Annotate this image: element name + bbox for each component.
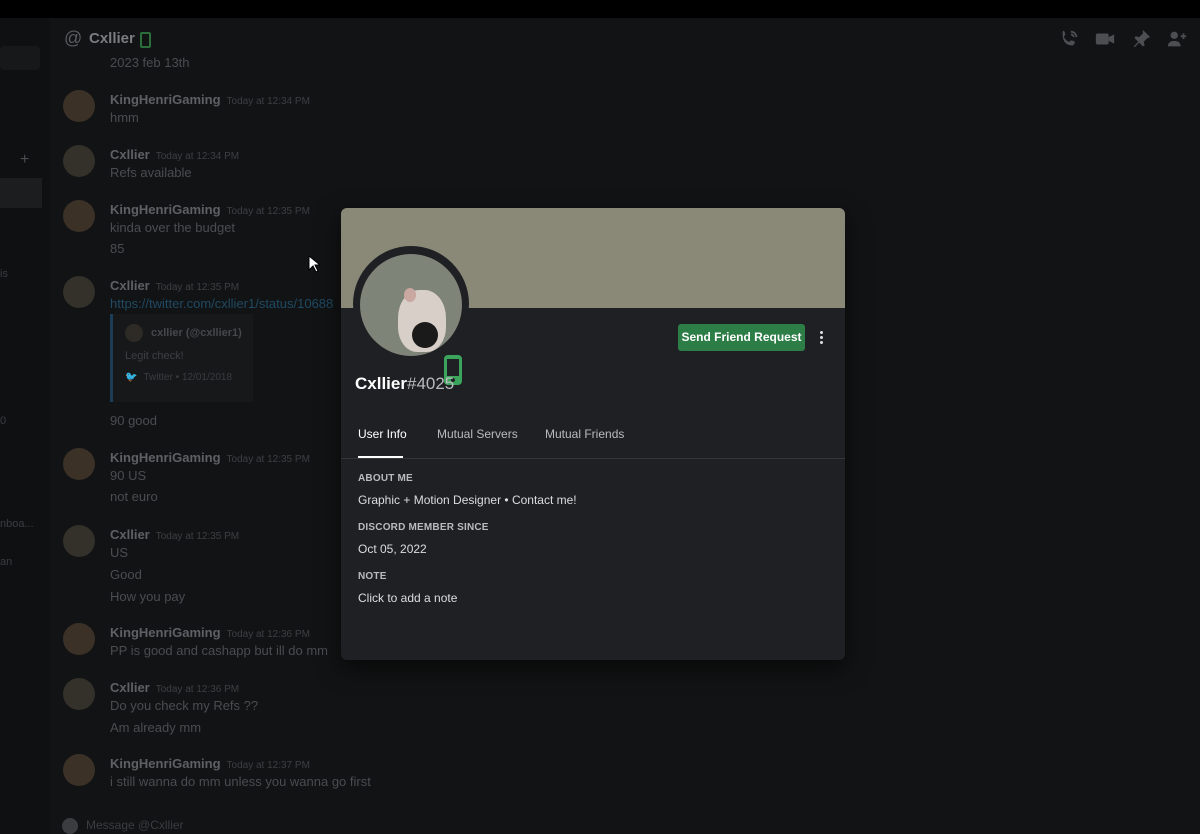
tab-mutual-servers[interactable]: Mutual Servers — [437, 427, 518, 441]
channel-name: Cxllier — [89, 30, 135, 47]
mouse-cursor-icon — [308, 255, 320, 273]
active-tab-indicator — [358, 456, 403, 458]
send-friend-request-button[interactable]: Send Friend Request — [678, 324, 805, 351]
message-text: kinda over the budget — [110, 220, 236, 235]
message-text: Refs available — [110, 165, 192, 180]
sidebar-active-dm[interactable] — [0, 178, 42, 208]
message-author[interactable]: KingHenriGaming Today at 12:34 PM — [110, 92, 310, 107]
at-icon: @ — [64, 28, 83, 48]
chat-header: @ Cxllier — [50, 18, 1200, 60]
profile-username: Cxllier#4025 — [355, 374, 455, 393]
avatar-dog-ear — [404, 288, 416, 302]
avatar[interactable] — [63, 145, 95, 177]
mobile-status-icon — [140, 32, 151, 48]
profile-tabs: User Info Mutual Servers Mutual Friends — [341, 418, 845, 459]
avatar[interactable] — [63, 448, 95, 480]
avatar[interactable] — [63, 623, 95, 655]
message-author[interactable]: KingHenriGaming Today at 12:36 PM — [110, 625, 310, 640]
embed-footer: 🐦 Twitter • 12/01/2018 — [125, 372, 233, 383]
note-input[interactable]: Click to add a note — [358, 591, 457, 605]
more-options-icon[interactable] — [817, 329, 825, 347]
pin-icon[interactable] — [1130, 28, 1152, 50]
message-text: US — [110, 545, 129, 560]
message-author[interactable]: KingHenriGaming Today at 12:35 PM — [110, 450, 310, 465]
embed-text: Legit check! — [125, 350, 184, 362]
message-text: 90 good — [110, 413, 157, 428]
embed-author[interactable]: cxllier (@cxllier1) — [151, 327, 242, 339]
avatar[interactable] — [63, 754, 95, 786]
add-attachment-icon[interactable] — [62, 818, 78, 834]
avatar[interactable] — [63, 678, 95, 710]
add-friend-icon[interactable] — [1166, 28, 1188, 50]
message-composer[interactable]: Message @Cxllier — [62, 818, 184, 834]
about-me-heading: ABOUT ME — [358, 473, 413, 484]
phone-call-icon[interactable] — [1058, 28, 1080, 50]
message-author[interactable]: Cxllier Today at 12:34 PM — [110, 147, 239, 162]
avatar-dog-snout — [412, 322, 438, 348]
sidebar-fragment: nboa... — [0, 518, 34, 530]
about-me-text: Graphic + Motion Designer • Contact me! — [358, 493, 577, 507]
profile-avatar-frame — [353, 246, 469, 392]
video-icon[interactable] — [1094, 28, 1116, 50]
sidebar-fragment: 0 — [0, 415, 7, 427]
message-text: PP is good and cashapp but ill do mm — [110, 643, 329, 658]
message-text: 85 — [110, 241, 125, 256]
message-text: Am already mm — [110, 720, 202, 735]
sidebar-fragment: an — [0, 556, 13, 568]
embed-avatar — [125, 324, 143, 342]
tab-mutual-friends[interactable]: Mutual Friends — [545, 427, 624, 441]
date-fragment: 2023 feb 13th — [110, 55, 190, 70]
message-text: hmm — [110, 110, 139, 125]
sidebar-fragment: is — [0, 268, 8, 280]
sidebar-selected-item[interactable] — [0, 46, 40, 70]
message-text: 90 US — [110, 468, 147, 483]
member-since-heading: DISCORD MEMBER SINCE — [358, 522, 489, 533]
avatar[interactable] — [63, 90, 95, 122]
message-author[interactable]: Cxllier Today at 12:36 PM — [110, 680, 239, 695]
member-since-date: Oct 05, 2022 — [358, 542, 427, 556]
profile-avatar[interactable] — [360, 254, 462, 356]
message-text: Do you check my Refs ?? — [110, 698, 259, 713]
message-link[interactable]: https://twitter.com/cxllier1/status/1068… — [110, 296, 333, 311]
header-toolbar — [1058, 28, 1188, 50]
message-author[interactable]: KingHenriGaming Today at 12:37 PM — [110, 756, 310, 771]
user-profile-modal: Send Friend Request Cxllier#4025 User In… — [341, 208, 845, 660]
twitter-icon: 🐦 — [125, 372, 138, 383]
avatar[interactable] — [63, 200, 95, 232]
message-text: i still wanna do mm unless you wanna go … — [110, 774, 371, 789]
channel-sidebar: + is 0 nboa... an — [0, 18, 50, 834]
message-author[interactable]: Cxllier Today at 12:35 PM — [110, 278, 239, 293]
message-text: not euro — [110, 489, 158, 504]
avatar[interactable] — [63, 525, 95, 557]
message-author[interactable]: KingHenriGaming Today at 12:35 PM — [110, 202, 310, 217]
link-embed: cxllier (@cxllier1) Legit check! 🐦 Twitte… — [110, 314, 253, 402]
window-topbar — [0, 0, 1200, 18]
message-text: How you pay — [110, 589, 186, 604]
avatar[interactable] — [63, 276, 95, 308]
tab-user-info[interactable]: User Info — [358, 427, 407, 441]
add-dm-icon[interactable]: + — [20, 151, 29, 169]
message-text: Good — [110, 567, 142, 582]
note-heading: NOTE — [358, 571, 387, 582]
message-author[interactable]: Cxllier Today at 12:35 PM — [110, 527, 239, 542]
